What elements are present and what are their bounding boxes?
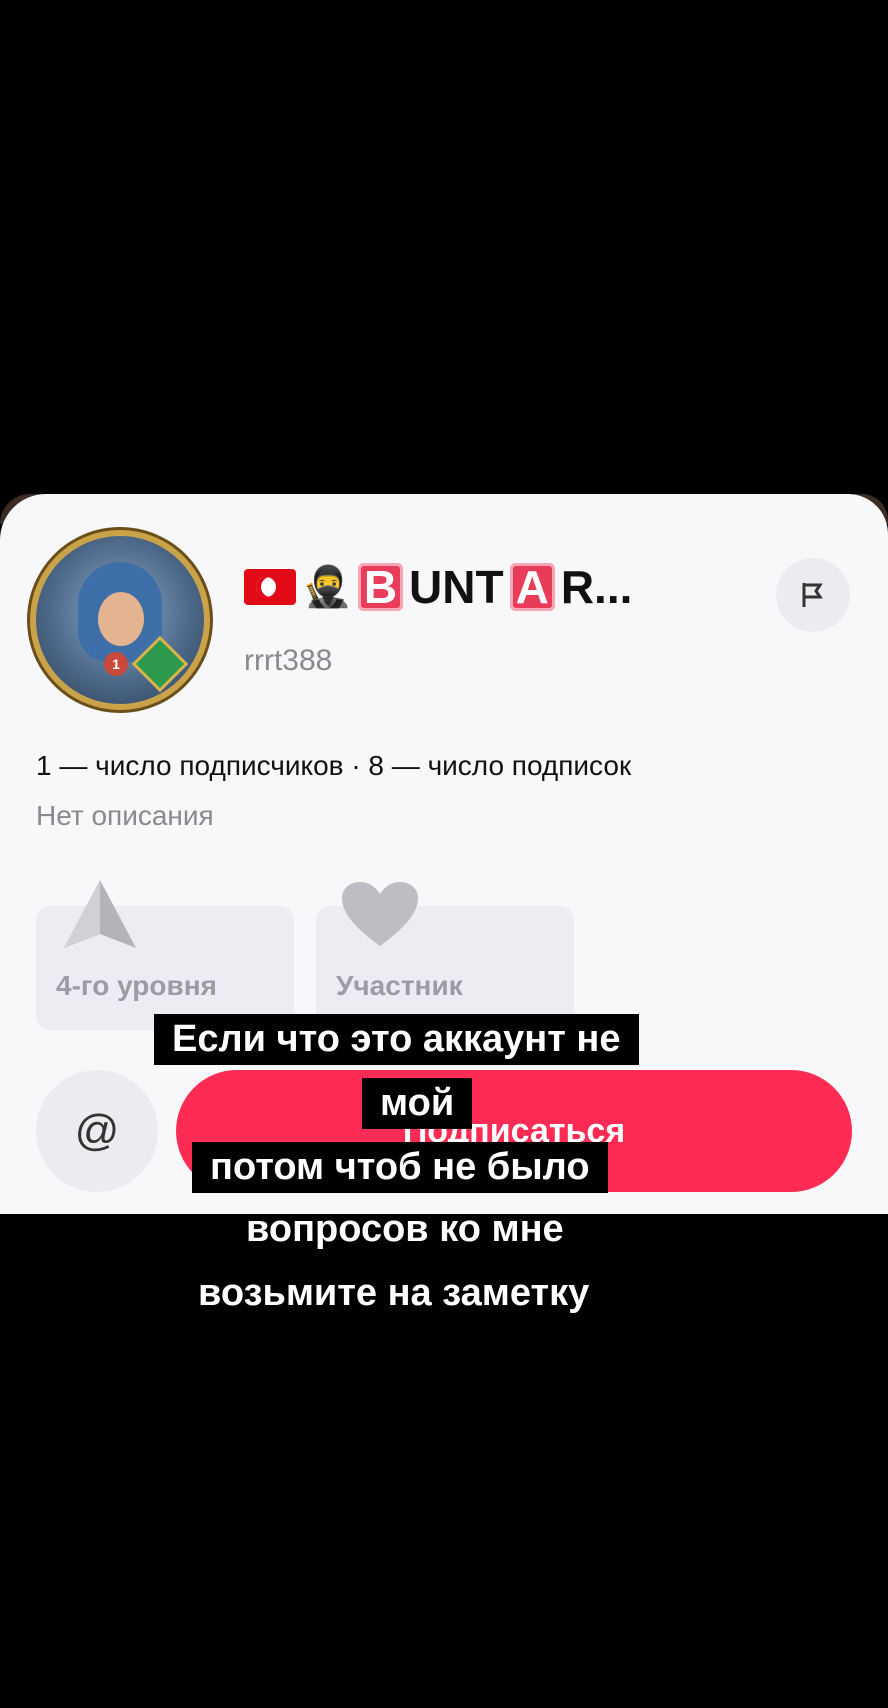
report-button[interactable] <box>776 558 850 632</box>
level-arrow-icon <box>64 880 136 948</box>
turkey-flag-icon <box>244 569 296 605</box>
caption-line-4: вопросов ко мне <box>246 1208 564 1250</box>
name-tail: R... <box>560 561 633 613</box>
bio: Нет описания <box>36 800 214 831</box>
follow-stats[interactable]: 1 — число подписчиков · 8 — число подпис… <box>36 750 631 782</box>
badge-level[interactable]: 4-го уровня <box>36 880 294 1030</box>
ninja-icon: 🥷 <box>302 565 352 609</box>
avatar-face <box>98 592 144 646</box>
badge-member[interactable]: Участник <box>316 882 574 1030</box>
name-box-letter-1: B <box>357 563 404 611</box>
caption-line-1: Если что это аккаунт не <box>154 1014 639 1065</box>
avatar[interactable]: 1 <box>36 536 204 704</box>
username: rrrt388 <box>244 644 333 677</box>
caption-line-3: потом чтоб не было <box>192 1142 608 1193</box>
badge-level-label: 4-го уровня <box>56 970 217 1001</box>
caption-line-5: возьмите на заметку <box>198 1272 590 1314</box>
caption-line-2: мой <box>362 1078 473 1129</box>
avatar-level-badge: 1 <box>104 652 128 676</box>
display-name: 🥷 B UNT A R... <box>244 558 632 616</box>
heart-icon <box>342 882 418 946</box>
badge-member-label: Участник <box>336 970 463 1001</box>
name-text: UNT <box>409 561 504 613</box>
flag-icon <box>802 583 823 607</box>
name-box-letter-2: A <box>509 563 555 611</box>
mention-button[interactable]: @ <box>36 1070 158 1192</box>
